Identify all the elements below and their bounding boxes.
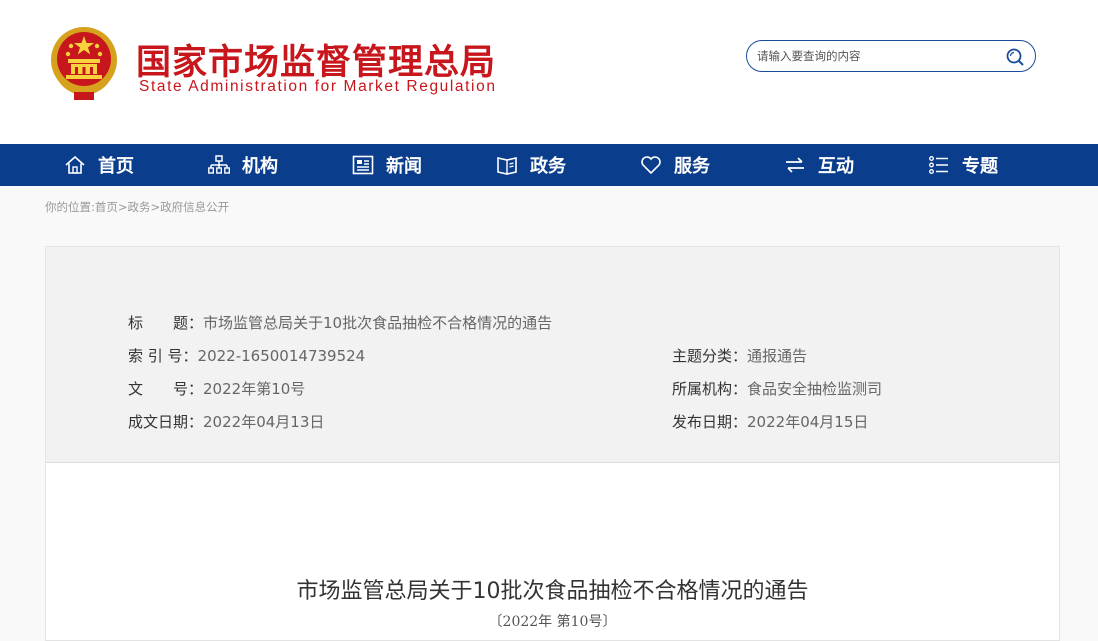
- nav-item-news[interactable]: 新闻: [352, 144, 422, 186]
- info-key: 文 号：: [128, 380, 204, 398]
- nav-label: 机构: [242, 156, 278, 177]
- info-index-row: 索 引 号：2022-1650014739524: [128, 345, 365, 366]
- nav-label: 新闻: [386, 156, 422, 177]
- nav-label: 首页: [98, 156, 134, 177]
- nav-item-service[interactable]: 服务: [640, 144, 710, 186]
- info-published-date-row: 发布日期：2022年04月15日: [672, 411, 868, 432]
- nav-item-topics[interactable]: 专题: [928, 144, 998, 186]
- news-icon: [352, 155, 374, 175]
- breadcrumb-separator: >: [150, 200, 161, 214]
- nav-item-home[interactable]: 首页: [64, 144, 134, 186]
- search-icon[interactable]: [1005, 47, 1025, 67]
- document-info-box: 标 题：市场监管总局关于10批次食品抽检不合格情况的通告 索 引 号：2022-…: [46, 247, 1059, 463]
- info-value: 通报通告: [747, 347, 808, 365]
- nav-label: 互动: [818, 156, 854, 177]
- nav-label: 服务: [674, 156, 710, 177]
- nav-item-org[interactable]: 机构: [208, 144, 278, 186]
- info-value: 市场监管总局关于10批次食品抽检不合格情况的通告: [203, 314, 553, 332]
- info-key: 发布日期：: [672, 413, 748, 431]
- breadcrumb: 你的位置:首页>政务>政府信息公开: [45, 199, 229, 215]
- nav-item-interaction[interactable]: 互动: [784, 144, 854, 186]
- info-written-date-row: 成文日期：2022年04月13日: [128, 411, 324, 432]
- list-icon: [929, 156, 948, 174]
- site-header: 国家市场监督管理总局 State Administration for Mark…: [0, 0, 1098, 144]
- breadcrumb-link-affairs[interactable]: 政务: [128, 200, 151, 214]
- info-key: 标 题：: [128, 314, 204, 332]
- info-key: 索 引 号：: [128, 347, 198, 365]
- info-org-row: 所属机构：食品安全抽检监测司: [672, 378, 882, 399]
- document-number: 〔2022年 第10号〕: [488, 614, 617, 630]
- info-key: 成文日期：: [128, 413, 204, 431]
- heart-icon: [641, 156, 661, 175]
- info-title-row: 标 题：市场监管总局关于10批次食品抽检不合格情况的通告: [128, 312, 552, 333]
- info-value: 2022年04月13日: [203, 413, 325, 431]
- info-value: 食品安全抽检监测司: [747, 380, 883, 398]
- home-icon: [65, 155, 85, 174]
- search-box: [746, 40, 1036, 72]
- breadcrumb-prefix: 你的位置:: [45, 200, 95, 214]
- national-emblem-logo[interactable]: [48, 26, 120, 102]
- book-icon: [497, 157, 517, 175]
- info-key: 主题分类：: [672, 347, 748, 365]
- site-subtitle: State Administration for Market Regulati…: [139, 78, 497, 95]
- breadcrumb-link-gov-info[interactable]: 政府信息公开: [160, 200, 229, 214]
- nav-label: 政务: [530, 156, 566, 177]
- article-panel: 标 题：市场监管总局关于10批次食品抽检不合格情况的通告 索 引 号：2022-…: [45, 246, 1060, 641]
- info-docno-row: 文 号：2022年第10号: [128, 378, 305, 399]
- info-value: 2022-1650014739524: [197, 347, 366, 365]
- info-value: 2022年04月15日: [747, 413, 869, 431]
- search-input[interactable]: [757, 47, 997, 65]
- org-chart-icon: [208, 155, 230, 174]
- nav-item-affairs[interactable]: 政务: [496, 144, 566, 186]
- nav-label: 专题: [962, 156, 998, 177]
- info-category-row: 主题分类：通报通告: [672, 345, 807, 366]
- breadcrumb-link-home[interactable]: 首页: [95, 200, 118, 214]
- info-value: 2022年第10号: [203, 380, 306, 398]
- main-nav: 首页 机构 新闻 政务 服务 互动 专题: [0, 144, 1098, 186]
- breadcrumb-separator: >: [117, 200, 128, 214]
- info-key: 所属机构：: [672, 380, 748, 398]
- document-title: 市场监管总局关于10批次食品抽检不合格情况的通告: [296, 579, 809, 604]
- exchange-arrows-icon: [786, 157, 804, 173]
